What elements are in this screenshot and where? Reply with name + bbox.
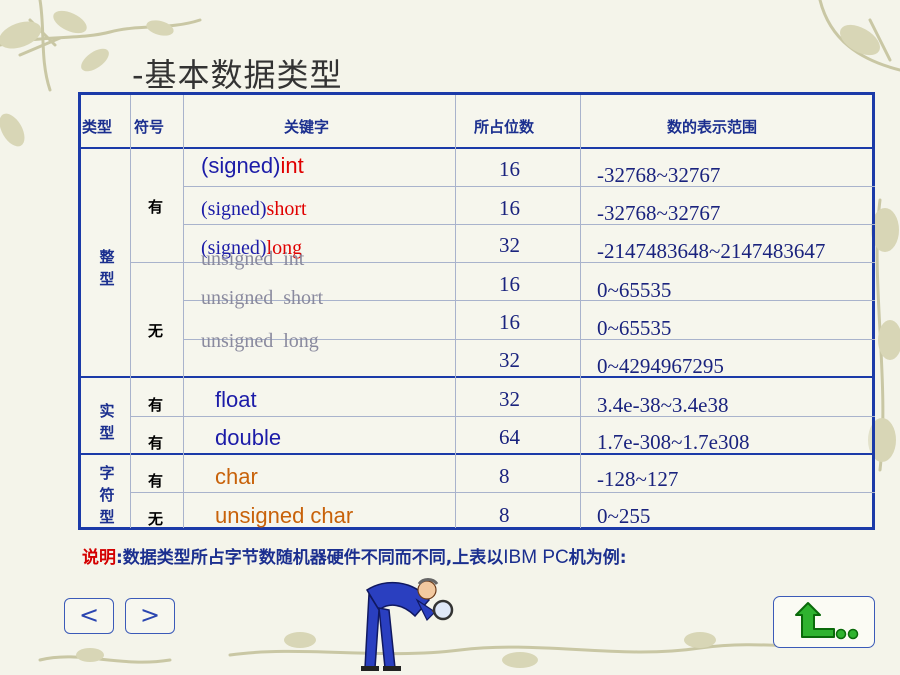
return-button[interactable]	[773, 596, 875, 648]
range-cell: -128~127	[597, 467, 679, 491]
range-cell: -32768~32767	[597, 163, 721, 187]
header-type: 类型	[82, 118, 113, 136]
keyword-name: unsigned short	[201, 287, 324, 309]
sign-unsigned: 无	[148, 322, 164, 340]
group-divider	[78, 376, 875, 378]
footnote-label: 说明	[82, 548, 116, 568]
header-range: 数的表示范围	[667, 118, 758, 136]
col-divider	[580, 95, 581, 528]
header-divider	[78, 147, 875, 149]
bits-cell: 32	[499, 387, 520, 411]
row-divider	[183, 224, 875, 225]
group-integer: 整型	[99, 248, 115, 288]
group-real: 实型	[99, 402, 115, 442]
keyword-name: char	[215, 464, 258, 489]
bits-cell: 32	[499, 348, 520, 372]
col-divider	[130, 95, 131, 528]
sign-signed: 有	[148, 396, 164, 414]
range-cell: 0~65535	[597, 316, 672, 340]
keyword-name: float	[215, 387, 257, 412]
row-divider	[130, 492, 875, 493]
range-cell: 0~4294967295	[597, 354, 724, 378]
bits-cell: 8	[499, 464, 510, 488]
header-sign: 符号	[134, 118, 165, 136]
col-divider	[455, 95, 456, 528]
keyword-name: unsigned long	[201, 330, 319, 352]
prev-button[interactable]: <	[64, 598, 114, 634]
range-cell: 3.4e-38~3.4e38	[597, 393, 729, 417]
bits-cell: 32	[499, 233, 520, 257]
range-cell: 0~65535	[597, 278, 672, 302]
header-bits: 所占位数	[474, 118, 535, 136]
row-divider	[183, 186, 875, 187]
data-type-table	[78, 92, 875, 530]
range-cell: 1.7e-308~1.7e308	[597, 430, 750, 454]
sign-unsigned: 无	[148, 510, 164, 528]
group-divider	[78, 453, 875, 455]
range-cell: -32768~32767	[597, 201, 721, 225]
magnifier-man-icon	[361, 578, 454, 671]
group-char: 字符型	[99, 464, 115, 526]
footnote-text-end: 机为例:	[568, 548, 627, 568]
sign-signed: 有	[148, 472, 164, 490]
keyword-name: unsigned int	[201, 248, 305, 270]
bits-cell: 64	[499, 425, 520, 449]
return-arrow-icon	[795, 602, 859, 640]
keyword-name: unsigned char	[215, 503, 354, 528]
next-button[interactable]: >	[125, 598, 175, 634]
keyword-prefix: (signed)	[201, 198, 267, 220]
range-cell: 0~255	[597, 504, 651, 528]
keyword-cell: (signed)short	[201, 198, 307, 221]
footnote-text: :数据类型所占字节数随机器硬件不同而不同,上表以	[116, 548, 504, 568]
bits-cell: 16	[499, 157, 520, 181]
range-cell: -2147483648~2147483647	[597, 239, 826, 263]
bits-cell: 16	[499, 196, 520, 220]
sign-signed: 有	[148, 434, 164, 452]
footnote-ibm: IBM PC	[503, 547, 569, 568]
bits-cell: 16	[499, 272, 520, 296]
keyword-prefix: (signed)	[201, 153, 281, 178]
page-title: -基本数据类型	[132, 56, 343, 94]
header-keyword: 关键字	[284, 118, 330, 136]
col-divider	[183, 95, 184, 528]
keyword-name: short	[266, 198, 307, 220]
sign-signed: 有	[148, 198, 164, 216]
footnote: 说明:数据类型所占字节数随机器硬件不同而不同,上表以IBM PC机为例:	[82, 543, 627, 569]
bits-cell: 16	[499, 310, 520, 334]
bits-cell: 8	[499, 503, 510, 527]
keyword-name: double	[215, 425, 282, 450]
keyword-name: int	[280, 153, 304, 178]
row-divider	[130, 416, 875, 417]
keyword-cell: (signed)int	[201, 153, 304, 179]
